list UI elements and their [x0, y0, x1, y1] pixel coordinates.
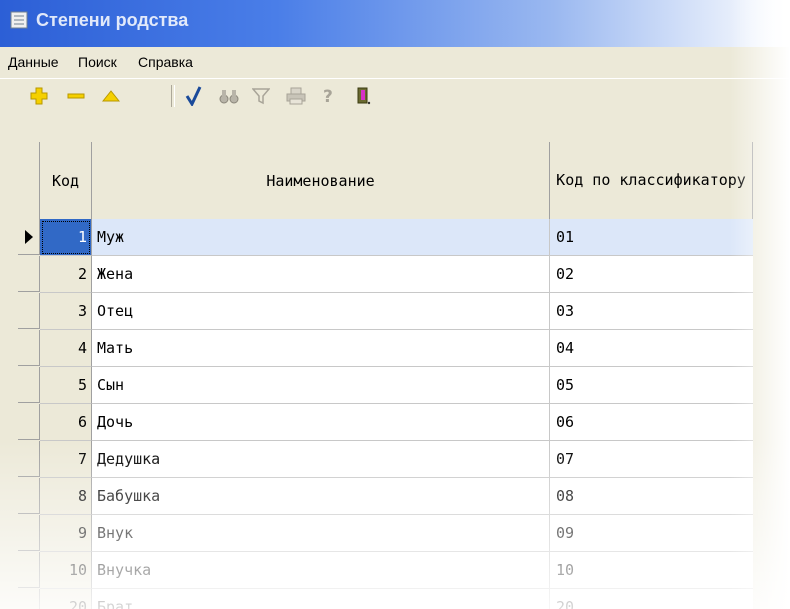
data-grid[interactable]: Код Наименование Код по классификатору 1…	[18, 142, 753, 609]
reference-window: Степени родства Данные Поиск Справка ? К…	[0, 0, 790, 609]
menu-help[interactable]: Справка	[138, 54, 193, 70]
cell-name[interactable]: Отец	[92, 293, 550, 330]
print-icon[interactable]	[285, 85, 307, 107]
row-indicator[interactable]	[18, 293, 40, 329]
find-icon[interactable]	[218, 85, 240, 107]
cell-code[interactable]: 9	[40, 515, 92, 552]
cell-classifier-code[interactable]: 01	[550, 219, 753, 256]
cell-classifier-code[interactable]: 06	[550, 404, 753, 441]
cell-code[interactable]: 20	[40, 589, 92, 609]
row-indicator[interactable]	[18, 219, 40, 255]
table-row[interactable]: 8 Бабушка 08	[18, 478, 753, 515]
cell-name[interactable]: Дедушка	[92, 441, 550, 478]
cell-name[interactable]: Внучка	[92, 552, 550, 589]
cell-code[interactable]: 3	[40, 293, 92, 330]
cell-code[interactable]: 7	[40, 441, 92, 478]
table-row[interactable]: 5 Сын 05	[18, 367, 753, 404]
table-row[interactable]: 4 Мать 04	[18, 330, 753, 367]
toolbar-separator	[171, 85, 175, 107]
row-indicator[interactable]	[18, 515, 40, 551]
cell-code[interactable]: 1	[40, 219, 92, 256]
table-row[interactable]: 20 Брат 20	[18, 589, 753, 609]
row-indicator[interactable]	[18, 367, 40, 403]
row-indicator[interactable]	[18, 478, 40, 514]
menu-search[interactable]: Поиск	[78, 54, 117, 70]
cell-name[interactable]: Дочь	[92, 404, 550, 441]
row-indicator[interactable]	[18, 441, 40, 477]
cell-code[interactable]: 5	[40, 367, 92, 404]
cell-code[interactable]: 4	[40, 330, 92, 367]
table-row[interactable]: 2 Жена 02	[18, 256, 753, 293]
header-name[interactable]: Наименование	[92, 142, 550, 219]
table-row[interactable]: 1 Муж 01	[18, 219, 753, 256]
table-row[interactable]: 9 Внук 09	[18, 515, 753, 552]
window-title: Степени родства	[36, 10, 189, 30]
grid-header: Код Наименование Код по классификатору	[18, 142, 753, 220]
cell-classifier-code[interactable]: 20	[550, 589, 753, 609]
toolbar: ?	[0, 78, 790, 111]
menu-bar: Данные Поиск Справка	[0, 47, 790, 77]
cell-classifier-code[interactable]: 08	[550, 478, 753, 515]
cell-classifier-code[interactable]: 05	[550, 367, 753, 404]
cell-code[interactable]: 10	[40, 552, 92, 589]
cell-classifier-code[interactable]: 10	[550, 552, 753, 589]
cell-classifier-code[interactable]: 09	[550, 515, 753, 552]
cell-classifier-code[interactable]: 07	[550, 441, 753, 478]
help-icon[interactable]: ?	[318, 85, 340, 107]
cell-classifier-code[interactable]: 03	[550, 293, 753, 330]
header-classifier-code[interactable]: Код по классификатору	[550, 142, 753, 219]
cell-code[interactable]: 8	[40, 478, 92, 515]
row-indicator[interactable]	[18, 330, 40, 366]
filter-icon[interactable]	[250, 85, 272, 107]
exit-icon[interactable]	[353, 85, 375, 107]
row-indicator[interactable]	[18, 256, 40, 292]
table-row[interactable]: 7 Дедушка 07	[18, 441, 753, 478]
header-code[interactable]: Код	[40, 142, 92, 219]
row-indicator[interactable]	[18, 404, 40, 440]
cell-name[interactable]: Сын	[92, 367, 550, 404]
window-icon	[10, 11, 28, 29]
row-indicator[interactable]	[18, 589, 40, 609]
cell-name[interactable]: Мать	[92, 330, 550, 367]
table-row[interactable]: 10 Внучка 10	[18, 552, 753, 589]
svg-text:?: ?	[323, 87, 333, 106]
cell-name[interactable]: Муж	[92, 219, 550, 256]
cell-code[interactable]: 6	[40, 404, 92, 441]
remove-icon[interactable]	[65, 85, 87, 107]
table-row[interactable]: 6 Дочь 06	[18, 404, 753, 441]
menu-data[interactable]: Данные	[8, 54, 59, 70]
add-icon[interactable]	[28, 85, 50, 107]
cell-name[interactable]: Жена	[92, 256, 550, 293]
cell-name[interactable]: Бабушка	[92, 478, 550, 515]
table-row[interactable]: 3 Отец 03	[18, 293, 753, 330]
title-bar[interactable]: Степени родства	[0, 0, 790, 47]
current-row-arrow-icon	[25, 230, 33, 244]
row-indicator[interactable]	[18, 552, 40, 588]
apply-icon[interactable]	[183, 85, 205, 107]
cell-classifier-code[interactable]: 04	[550, 330, 753, 367]
cell-name[interactable]: Брат	[92, 589, 550, 609]
cell-classifier-code[interactable]: 02	[550, 256, 753, 293]
header-indicator	[18, 142, 40, 219]
edit-icon[interactable]	[100, 85, 122, 107]
cell-name[interactable]: Внук	[92, 515, 550, 552]
cell-code[interactable]: 2	[40, 256, 92, 293]
